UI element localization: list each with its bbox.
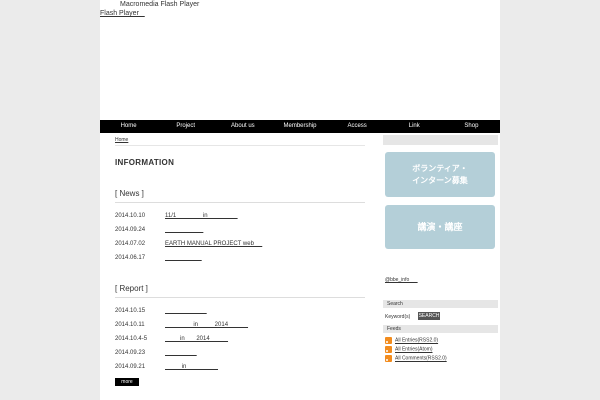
twitter-link[interactable]: @bbe_info: [385, 277, 418, 283]
more-button[interactable]: more: [115, 378, 139, 386]
news-item: 2014.10.10 11/1 in: [115, 213, 238, 219]
report-date: 2014.10.15: [115, 308, 146, 314]
breadcrumb-divider: [115, 145, 365, 146]
feed-link[interactable]: All Entries(RSS2.0): [395, 338, 438, 344]
report-date: 2014.09.23: [115, 350, 146, 356]
news-link[interactable]: [165, 255, 202, 261]
flash-player-link[interactable]: Flash Player: [100, 10, 145, 17]
news-link[interactable]: [165, 227, 203, 233]
nav-about-us[interactable]: About us: [214, 120, 271, 133]
report-link[interactable]: in: [165, 364, 218, 370]
news-link[interactable]: EARTH MANUAL PROJECT web: [165, 241, 262, 247]
feeds-heading: Feeds: [383, 325, 498, 333]
news-divider: [115, 202, 365, 203]
keyword-input[interactable]: [405, 312, 419, 320]
report-link[interactable]: in 2014: [165, 336, 228, 342]
search-button[interactable]: SEARCH: [418, 312, 440, 320]
report-item: 2014.10.11 in 2014: [115, 322, 248, 328]
nav-link[interactable]: Link: [386, 120, 443, 133]
news-link[interactable]: 11/1 in: [165, 213, 238, 219]
lecture-banner[interactable]: 講演・講座: [385, 205, 495, 249]
nav-membership[interactable]: Membership: [271, 120, 328, 133]
page-container: Macromedia Flash Player Flash Player Hom…: [100, 0, 500, 400]
news-date: 2014.06.17: [115, 255, 146, 261]
news-heading: [ News ]: [115, 189, 144, 198]
report-item: 2014.09.21 in: [115, 364, 218, 370]
news-date: 2014.09.24: [115, 227, 146, 233]
volunteer-intern-banner[interactable]: ボランティア・ インターン募集: [385, 152, 495, 197]
banner-label: 講演・講座: [417, 222, 463, 232]
report-date: 2014.10.4-5: [115, 336, 148, 342]
feed-link[interactable]: All Entries(Atom): [395, 347, 433, 353]
report-date: 2014.10.11: [115, 322, 145, 328]
news-item: 2014.09.24: [115, 227, 203, 233]
report-item: 2014.10.4-5 in 2014: [115, 336, 228, 342]
report-date: 2014.09.21: [115, 364, 146, 370]
nav-project[interactable]: Project: [157, 120, 214, 133]
news-item: 2014.06.17: [115, 255, 202, 261]
rss-icon: [385, 346, 392, 353]
news-item: 2014.07.02 EARTH MANUAL PROJECT web: [115, 241, 262, 247]
report-link[interactable]: [165, 308, 207, 314]
report-link[interactable]: in 2014: [165, 322, 248, 328]
feed-link[interactable]: All Comments(RSS2.0): [395, 356, 447, 362]
search-heading: Search: [383, 300, 498, 308]
rss-icon: [385, 337, 392, 344]
banner-line-1: ボランティア・: [412, 163, 468, 173]
nav-home[interactable]: Home: [100, 120, 157, 133]
rss-icon: [385, 355, 392, 362]
report-link[interactable]: [165, 350, 197, 356]
news-date: 2014.10.10: [115, 213, 146, 219]
feed-item[interactable]: All Comments(RSS2.0): [385, 355, 447, 362]
feed-item[interactable]: All Entries(RSS2.0): [385, 337, 438, 344]
report-item: 2014.10.15: [115, 308, 207, 314]
flash-player-title: Macromedia Flash Player: [120, 1, 200, 8]
report-divider: [115, 297, 365, 298]
report-heading: [ Report ]: [115, 284, 148, 293]
nav-access[interactable]: Access: [329, 120, 386, 133]
breadcrumb-home[interactable]: Home: [115, 137, 128, 143]
news-date: 2014.07.02: [115, 241, 146, 247]
banner-line-2: インターン募集: [412, 175, 468, 185]
nav-shop[interactable]: Shop: [443, 120, 500, 133]
feed-item[interactable]: All Entries(Atom): [385, 346, 433, 353]
report-item: 2014.09.23: [115, 350, 197, 356]
sidebar-top-strip: [383, 135, 498, 145]
main-nav: Home Project About us Membership Access …: [100, 120, 500, 133]
page-title: INFORMATION: [115, 158, 175, 167]
